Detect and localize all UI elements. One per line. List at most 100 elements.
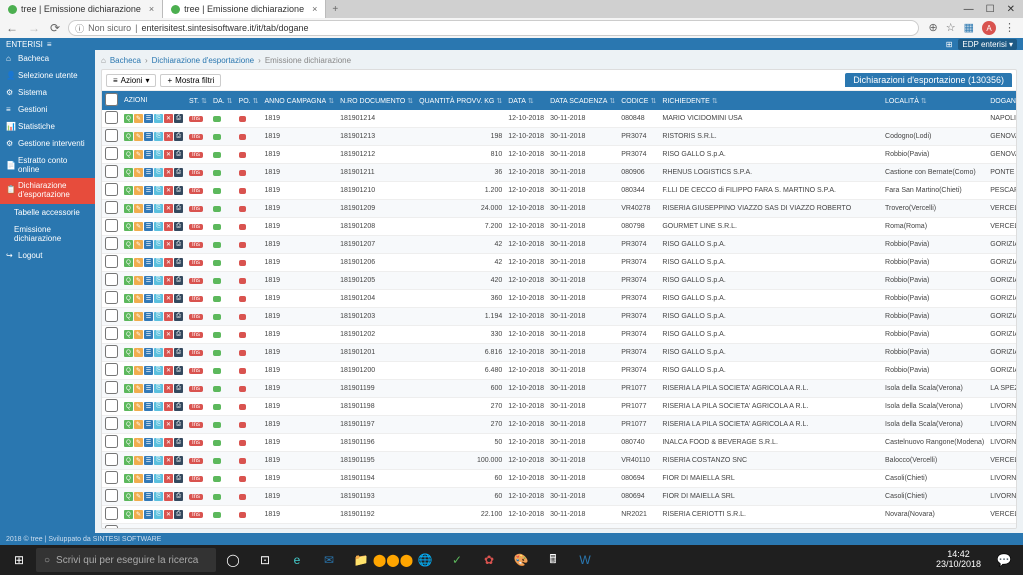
row-action-icon[interactable]: ⎘ bbox=[154, 258, 163, 267]
row-action-icon[interactable]: ⎙ bbox=[174, 276, 183, 285]
row-action-icon[interactable]: ⎙ bbox=[174, 150, 183, 159]
row-action-icon[interactable]: ⎙ bbox=[174, 366, 183, 375]
row-action-icon[interactable]: Q bbox=[124, 276, 133, 285]
row-action-icon[interactable]: ☰ bbox=[144, 474, 153, 483]
row-action-icon[interactable]: ✕ bbox=[164, 258, 173, 267]
row-action-icon[interactable]: Q bbox=[124, 240, 133, 249]
row-action-icon[interactable]: ⎘ bbox=[154, 420, 163, 429]
taskbar-search[interactable]: ○ Scrivi qui per eseguire la ricerca bbox=[36, 548, 216, 572]
row-action-icon[interactable]: Q bbox=[124, 438, 133, 447]
table-row[interactable]: Q✎☰⎘✕⎙Ins 18191819012016.81612-10-201830… bbox=[102, 344, 1016, 362]
row-action-icon[interactable]: ⎘ bbox=[154, 222, 163, 231]
row-action-icon[interactable]: ✕ bbox=[164, 240, 173, 249]
table-row[interactable]: Q✎☰⎘✕⎙Ins 18191819011946012-10-201830-11… bbox=[102, 470, 1016, 488]
start-button[interactable]: ⊞ bbox=[4, 548, 34, 572]
row-action-icon[interactable]: ⎘ bbox=[154, 168, 163, 177]
row-action-icon[interactable]: Q bbox=[124, 366, 133, 375]
col-header[interactable]: DATA SCADENZA⇅ bbox=[547, 91, 618, 110]
row-action-icon[interactable]: ☰ bbox=[144, 150, 153, 159]
row-action-icon[interactable]: ⎙ bbox=[174, 132, 183, 141]
table-row[interactable]: Q✎☰⎘✕⎙Ins 18191819012113612-10-201830-11… bbox=[102, 164, 1016, 182]
row-action-icon[interactable]: ☰ bbox=[144, 258, 153, 267]
row-action-icon[interactable]: ✕ bbox=[164, 366, 173, 375]
menu-icon[interactable]: ⋮ bbox=[1004, 21, 1015, 35]
row-action-icon[interactable]: ✕ bbox=[164, 294, 173, 303]
row-action-icon[interactable]: ✕ bbox=[164, 132, 173, 141]
row-action-icon[interactable]: ✎ bbox=[134, 168, 143, 177]
row-action-icon[interactable]: ⎘ bbox=[154, 204, 163, 213]
row-checkbox[interactable] bbox=[105, 255, 118, 268]
star-icon[interactable]: ☆ bbox=[946, 21, 956, 35]
row-action-icon[interactable]: ⎘ bbox=[154, 474, 163, 483]
sidebar-item-4[interactable]: 📊Statistiche bbox=[0, 118, 95, 135]
home-icon[interactable]: ⌂ bbox=[101, 56, 106, 65]
row-action-icon[interactable]: ☰ bbox=[144, 330, 153, 339]
row-action-icon[interactable]: ⎘ bbox=[154, 276, 163, 285]
row-action-icon[interactable]: ⎙ bbox=[174, 114, 183, 123]
notifications-icon[interactable]: 💬 bbox=[989, 548, 1019, 572]
azioni-button[interactable]: ≡ Azioni ▾ bbox=[106, 74, 156, 87]
col-header[interactable]: RICHIEDENTE⇅ bbox=[659, 91, 882, 110]
row-action-icon[interactable]: ⎘ bbox=[154, 114, 163, 123]
table-scroll[interactable]: AZIONIST.⇅DA.⇅PO.⇅ANNO CAMPAGNA⇅N.RO DOC… bbox=[102, 91, 1016, 528]
row-action-icon[interactable]: ✎ bbox=[134, 402, 143, 411]
back-icon[interactable]: ← bbox=[4, 21, 20, 35]
breadcrumb-link[interactable]: Dichiarazione d'esportazione bbox=[152, 56, 254, 65]
row-action-icon[interactable]: ⎙ bbox=[174, 492, 183, 501]
app-icon[interactable]: ⬤⬤⬤ bbox=[378, 548, 408, 572]
row-action-icon[interactable]: ☰ bbox=[144, 510, 153, 519]
row-checkbox[interactable] bbox=[105, 165, 118, 178]
row-action-icon[interactable]: Q bbox=[124, 474, 133, 483]
table-row[interactable]: Q✎☰⎘✕⎙Ins 181918190121281012-10-201830-1… bbox=[102, 146, 1016, 164]
row-action-icon[interactable]: ✎ bbox=[134, 474, 143, 483]
table-row[interactable]: Q✎☰⎘✕⎙Ins 181918190121412-10-201830-11-2… bbox=[102, 110, 1016, 128]
col-header[interactable]: DATA⇅ bbox=[505, 91, 547, 110]
taskbar-clock[interactable]: 14:42 23/10/2018 bbox=[930, 550, 987, 570]
row-action-icon[interactable]: ⎘ bbox=[154, 402, 163, 411]
row-action-icon[interactable]: Q bbox=[124, 258, 133, 267]
col-header[interactable]: LOCALITÀ⇅ bbox=[882, 91, 987, 110]
row-action-icon[interactable]: Q bbox=[124, 510, 133, 519]
col-header[interactable]: ANNO CAMPAGNA⇅ bbox=[261, 91, 337, 110]
row-action-icon[interactable]: ✎ bbox=[134, 294, 143, 303]
col-header[interactable]: CODICE⇅ bbox=[618, 91, 659, 110]
row-checkbox[interactable] bbox=[105, 219, 118, 232]
row-action-icon[interactable]: ⎘ bbox=[154, 330, 163, 339]
row-action-icon[interactable]: ☰ bbox=[144, 366, 153, 375]
row-action-icon[interactable]: ✕ bbox=[164, 474, 173, 483]
row-action-icon[interactable]: Q bbox=[124, 456, 133, 465]
row-action-icon[interactable]: ☰ bbox=[144, 276, 153, 285]
row-action-icon[interactable]: Q bbox=[124, 402, 133, 411]
table-row[interactable]: Q✎☰⎘✕⎙Ins 181918190120924.00012-10-20183… bbox=[102, 200, 1016, 218]
row-checkbox[interactable] bbox=[105, 237, 118, 250]
row-action-icon[interactable]: ☰ bbox=[144, 312, 153, 321]
menu-toggle-icon[interactable]: ≡ bbox=[47, 40, 52, 49]
row-checkbox[interactable] bbox=[105, 417, 118, 430]
row-action-icon[interactable]: ☰ bbox=[144, 402, 153, 411]
sidebar-item-0[interactable]: ⌂Bacheca bbox=[0, 50, 95, 67]
row-checkbox[interactable] bbox=[105, 327, 118, 340]
app-icon[interactable]: W bbox=[570, 548, 600, 572]
row-action-icon[interactable]: Q bbox=[124, 420, 133, 429]
app-icon[interactable]: 🌐 bbox=[410, 548, 440, 572]
row-action-icon[interactable]: ✎ bbox=[134, 492, 143, 501]
col-header[interactable]: PO.⇅ bbox=[236, 91, 262, 110]
row-action-icon[interactable]: ✕ bbox=[164, 186, 173, 195]
row-action-icon[interactable]: ⎘ bbox=[154, 384, 163, 393]
row-checkbox[interactable] bbox=[105, 183, 118, 196]
app-icon[interactable]: 📁 bbox=[346, 548, 376, 572]
row-action-icon[interactable]: ⎙ bbox=[174, 384, 183, 393]
row-action-icon[interactable]: ⎙ bbox=[174, 510, 183, 519]
app-icon[interactable]: ✿ bbox=[474, 548, 504, 572]
row-action-icon[interactable]: Q bbox=[124, 492, 133, 501]
profile-avatar[interactable]: A bbox=[982, 21, 996, 35]
row-action-icon[interactable]: ✕ bbox=[164, 456, 173, 465]
row-checkbox[interactable] bbox=[105, 399, 118, 412]
minimize-icon[interactable]: — bbox=[964, 4, 974, 15]
table-row[interactable]: Q✎☰⎘✕⎙Ins 181918190119960012-10-201830-1… bbox=[102, 380, 1016, 398]
app-icon[interactable]: 🖩 bbox=[538, 548, 568, 572]
forward-icon[interactable]: → bbox=[26, 21, 42, 35]
sidebar-item-6[interactable]: 📄Estratto conto online bbox=[0, 152, 95, 178]
col-header[interactable]: AZIONI bbox=[121, 91, 186, 110]
row-action-icon[interactable]: ⎘ bbox=[154, 492, 163, 501]
